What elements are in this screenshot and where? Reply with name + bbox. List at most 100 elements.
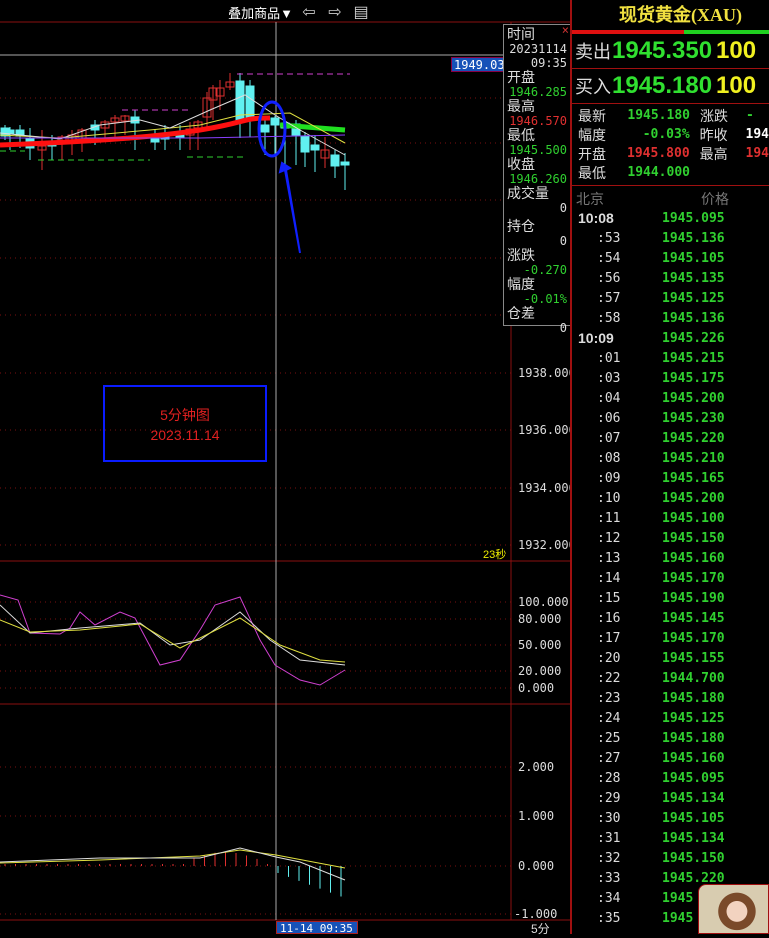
tick-time: :28 <box>597 770 621 786</box>
tick-row: :32 1945.150 <box>572 848 769 868</box>
layout-icon[interactable]: ▤ <box>351 2 371 22</box>
stat-label: 昨收 <box>699 126 728 143</box>
avatar[interactable] <box>698 884 769 934</box>
tick-price: 1945.105 <box>662 250 725 266</box>
tick-time: :24 <box>597 710 621 726</box>
tooltip-label: 收盘 <box>507 156 535 172</box>
tick-row: 10:09 1945.226 <box>572 328 769 348</box>
tick-time: :17 <box>597 630 621 646</box>
tick-row: :23 1945.180 <box>572 688 769 708</box>
osc-axis-label: 0.000 <box>518 681 555 695</box>
osc-axis-label: 100.000 <box>518 595 569 609</box>
stat-label: 开盘 <box>578 145 606 162</box>
tooltip-change: -0.270 <box>523 263 567 277</box>
macd-bars <box>4 852 342 897</box>
tick-row: :12 1945.150 <box>572 528 769 548</box>
tick-row: :57 1945.125 <box>572 288 769 308</box>
candle-body <box>300 135 310 153</box>
tick-row: :09 1945.165 <box>572 468 769 488</box>
tooltip-pct: -0.01% <box>523 292 567 306</box>
tick-row: :11 1945.100 <box>572 508 769 528</box>
tick-time: :15 <box>597 590 621 606</box>
tick-list[interactable]: 10:08 1945.095:53 1945.136:54 1945.105:56 19… <box>572 208 769 928</box>
kline-chart[interactable]: 叠加商品▼ ⇦ ⇨ ▤ 1949.03 1938.000 1936.000 19… <box>0 0 576 937</box>
tooltip-date: 20231114 <box>509 42 567 56</box>
cursor-time-label: 11-14 09:35 <box>276 921 358 935</box>
osc-axis-label: 20.000 <box>518 664 562 678</box>
tooltip-oi: 0 <box>559 234 567 248</box>
bar-countdown: 23秒 <box>483 549 507 561</box>
tooltip-label: 最高 <box>507 98 535 114</box>
tick-time: :22 <box>597 670 621 686</box>
chart-canvas[interactable] <box>0 0 570 934</box>
tick-price: 1945.165 <box>662 470 725 486</box>
tick-price: 1945.180 <box>662 690 725 706</box>
candle-body <box>235 80 245 121</box>
tick-price: 1945.200 <box>662 390 725 406</box>
stat-value: 1945.180 <box>627 108 690 123</box>
quote-panel: 现货黄金(XAU) 卖出 1945.350 100 买入 1945.180 10… <box>570 0 769 934</box>
tick-price: 1945.136 <box>662 230 725 246</box>
tick-row: :27 1945.160 <box>572 748 769 768</box>
tick-price: 1945 <box>662 890 694 906</box>
bid-ask-ratio-bar <box>572 30 769 34</box>
stat-value: - <box>746 108 754 123</box>
macd-axis-label: -1.000 <box>514 907 558 921</box>
tick-time: :08 <box>597 450 621 466</box>
tick-time: :29 <box>597 790 621 806</box>
candle-body <box>310 144 320 151</box>
tooltip-label: 幅度 <box>507 276 535 292</box>
tick-price: 1945.170 <box>662 630 725 646</box>
tick-header-time: 北京 <box>576 191 604 207</box>
tick-time: :06 <box>597 410 621 426</box>
tick-row: :01 1945.215 <box>572 348 769 368</box>
tick-time: :11 <box>597 510 621 526</box>
tooltip-close: 1946.260 <box>509 172 567 186</box>
osc-k-line <box>0 594 346 686</box>
osc-axis-label: 50.000 <box>518 638 562 652</box>
tooltip-open: 1946.285 <box>509 85 567 99</box>
last-price-tag: 1949.03 <box>451 57 505 72</box>
tick-row: :31 1945.134 <box>572 828 769 848</box>
tick-price: 1945.135 <box>662 270 725 286</box>
forward-arrow-icon[interactable]: ⇨ <box>325 2 345 22</box>
tick-price: 1945.136 <box>662 310 725 326</box>
candle-body <box>340 161 350 166</box>
tooltip-oi-diff: 0 <box>559 321 567 335</box>
tick-time: :09 <box>597 470 621 486</box>
bid-price: 1945.180 <box>612 72 713 99</box>
stat-label: 最高 <box>699 145 728 162</box>
tick-row: :22 1944.700 <box>572 668 769 688</box>
stat-label: 最新 <box>578 107 606 124</box>
tooltip-low: 1945.500 <box>509 143 567 157</box>
annotation-box: 5分钟图 2023.11.14 <box>103 385 267 462</box>
bid-row: 买入 1945.180 100 <box>572 69 769 104</box>
tick-price: 1945.095 <box>662 770 725 786</box>
tick-time: :04 <box>597 390 621 406</box>
back-arrow-icon[interactable]: ⇦ <box>299 2 319 22</box>
tick-time: :31 <box>597 830 621 846</box>
y-axis-label: 1932.000 <box>518 538 576 552</box>
candle-body <box>330 154 340 167</box>
y-axis-label: 1938.000 <box>518 366 576 380</box>
overlay-symbol-dropdown[interactable]: 叠加商品▼ <box>228 3 293 22</box>
tooltip-label: 开盘 <box>507 69 535 85</box>
stat-label: 幅度 <box>578 126 606 143</box>
tick-time: :33 <box>597 870 621 886</box>
tick-row: :29 1945.134 <box>572 788 769 808</box>
close-icon[interactable]: × <box>562 23 569 37</box>
osc-d-line <box>0 604 346 666</box>
grid <box>0 97 511 915</box>
period-label[interactable]: 5分 <box>531 920 550 937</box>
tick-price: 1945 <box>662 910 694 926</box>
macd-axis-label: 1.000 <box>518 809 555 823</box>
stat-row: 开盘 1945.800 最高 194 <box>578 144 769 163</box>
tick-row: :06 1945.230 <box>572 408 769 428</box>
tick-row: :54 1945.105 <box>572 248 769 268</box>
tick-time: :53 <box>597 230 621 246</box>
stat-value: 1945.800 <box>627 146 690 161</box>
tick-row: :25 1945.180 <box>572 728 769 748</box>
tick-row: :13 1945.160 <box>572 548 769 568</box>
tick-time: :16 <box>597 610 621 626</box>
tick-price: 1945.125 <box>662 710 725 726</box>
